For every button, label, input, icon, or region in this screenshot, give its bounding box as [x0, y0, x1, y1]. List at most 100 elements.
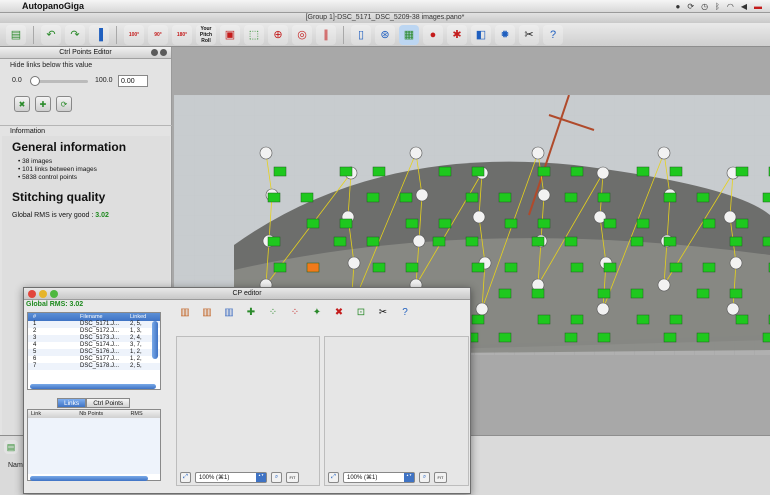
col-nb-points[interactable]: Nb Points [79, 410, 130, 418]
threshold-spinbox[interactable]: 0.00 [118, 75, 148, 87]
zoom-window-icon[interactable] [50, 290, 58, 298]
link-marker[interactable] [498, 332, 512, 343]
link-marker[interactable] [762, 236, 770, 247]
col-link[interactable]: Link [28, 410, 79, 418]
link-marker[interactable] [735, 166, 749, 177]
tab-links[interactable]: Links [57, 398, 87, 408]
link-marker[interactable] [339, 166, 353, 177]
link-marker[interactable] [498, 288, 512, 299]
render-icon[interactable]: ✹ [495, 24, 515, 45]
right-fit-button[interactable]: FIT [434, 472, 447, 483]
fov-180-button[interactable]: 180° [172, 24, 192, 45]
project-icon[interactable]: ▐ [89, 24, 109, 45]
link-marker[interactable] [531, 288, 545, 299]
link-marker[interactable] [306, 218, 320, 229]
link-marker[interactable] [537, 218, 551, 229]
image-node[interactable] [723, 210, 737, 224]
links-hscrollbar[interactable] [30, 476, 148, 481]
table-row[interactable] [28, 446, 160, 453]
optimize-links-icon[interactable]: ✚ [35, 96, 51, 112]
link-marker[interactable] [663, 332, 677, 343]
tools-icon[interactable]: ✂ [519, 24, 539, 45]
link-marker[interactable] [630, 236, 644, 247]
col-linked[interactable]: Linked [130, 313, 160, 321]
undo-icon[interactable]: ↶ [41, 24, 61, 45]
link-marker[interactable] [696, 192, 710, 203]
link-marker[interactable] [570, 262, 584, 273]
right-zoom-icon[interactable]: ⤢ [328, 472, 339, 483]
cp-editor-titlebar[interactable]: CP editor [24, 288, 470, 300]
sync-icon[interactable]: ⟳ [687, 2, 694, 11]
link-marker[interactable] [663, 236, 677, 247]
link-marker[interactable] [636, 166, 650, 177]
link-marker[interactable] [570, 166, 584, 177]
image-node[interactable] [729, 256, 743, 270]
link-marker[interactable] [531, 236, 545, 247]
link-marker[interactable] [669, 262, 683, 273]
link-marker[interactable] [399, 192, 413, 203]
close-window-icon[interactable] [28, 290, 36, 298]
link-marker[interactable] [735, 314, 749, 325]
view-both-icon[interactable]: ▥ [220, 303, 238, 321]
left-fit-button[interactable]: FIT [286, 472, 299, 483]
image-node[interactable] [531, 146, 545, 160]
link-marker[interactable] [267, 236, 281, 247]
image-node[interactable] [412, 234, 426, 248]
link-marker[interactable] [267, 192, 281, 203]
image-node[interactable] [726, 302, 740, 316]
layout-icon[interactable]: ◧ [471, 24, 491, 45]
link-marker[interactable] [537, 314, 551, 325]
link-marker[interactable] [630, 288, 644, 299]
fit-icon[interactable]: ⬚ [244, 24, 264, 45]
right-zoom-select[interactable]: 100% (⌘1) [343, 472, 415, 483]
left-zoom-icon[interactable]: ⤢ [180, 472, 191, 483]
link-marker[interactable] [696, 332, 710, 343]
zoom-tool-icon[interactable]: ⊡ [352, 303, 370, 321]
fov-90-button[interactable]: 90° [148, 24, 168, 45]
link-marker[interactable] [438, 218, 452, 229]
crop-icon[interactable]: ▣ [220, 24, 240, 45]
link-marker[interactable] [564, 332, 578, 343]
link-marker[interactable] [504, 262, 518, 273]
link-marker[interactable] [597, 288, 611, 299]
link-marker[interactable] [372, 166, 386, 177]
view-left-icon[interactable]: ▥ [176, 303, 194, 321]
link-marker[interactable] [471, 314, 485, 325]
link-marker[interactable] [669, 166, 683, 177]
col-rms[interactable]: RMS [130, 410, 160, 418]
link-marker[interactable] [465, 192, 479, 203]
link-marker[interactable] [300, 192, 314, 203]
image-node[interactable] [409, 146, 423, 160]
table-row[interactable] [28, 439, 160, 446]
link-marker[interactable] [465, 236, 479, 247]
table-row[interactable] [28, 432, 160, 439]
horizon-icon[interactable]: ⊕ [268, 24, 288, 45]
image-node[interactable] [259, 146, 273, 160]
sphere-icon[interactable]: ◎ [292, 24, 312, 45]
add-points-icon[interactable]: ⁘ [264, 303, 282, 321]
delete-links-icon[interactable]: ✖ [14, 96, 30, 112]
link-marker[interactable] [471, 166, 485, 177]
image-node[interactable] [596, 166, 610, 180]
globe-icon[interactable]: ⊛ [375, 24, 395, 45]
link-marker[interactable] [405, 218, 419, 229]
link-marker[interactable] [504, 218, 518, 229]
table-row[interactable]: 7 DSC_5178.J... 2, 5, [28, 363, 160, 370]
images-vscrollbar[interactable] [152, 321, 158, 359]
left-zoom-select[interactable]: 100% (⌘1) [195, 472, 267, 483]
link-marker[interactable] [762, 332, 770, 343]
image-node[interactable] [657, 278, 671, 292]
link-marker[interactable] [438, 166, 452, 177]
image-node[interactable] [537, 188, 551, 202]
image-node[interactable] [347, 256, 361, 270]
table-row[interactable] [28, 467, 160, 474]
link-marker[interactable] [729, 236, 743, 247]
image-node[interactable] [475, 302, 489, 316]
link-marker[interactable] [366, 192, 380, 203]
redo-icon[interactable]: ↷ [65, 24, 85, 45]
link-marker[interactable] [273, 166, 287, 177]
control-points-icon[interactable]: ▦ [399, 24, 419, 45]
table-row[interactable]: 2 DSC_5172.J... 1, 3, [28, 328, 160, 335]
cp-tools-icon[interactable]: ✂ [374, 303, 392, 321]
col-filename[interactable]: Filename [80, 313, 130, 321]
